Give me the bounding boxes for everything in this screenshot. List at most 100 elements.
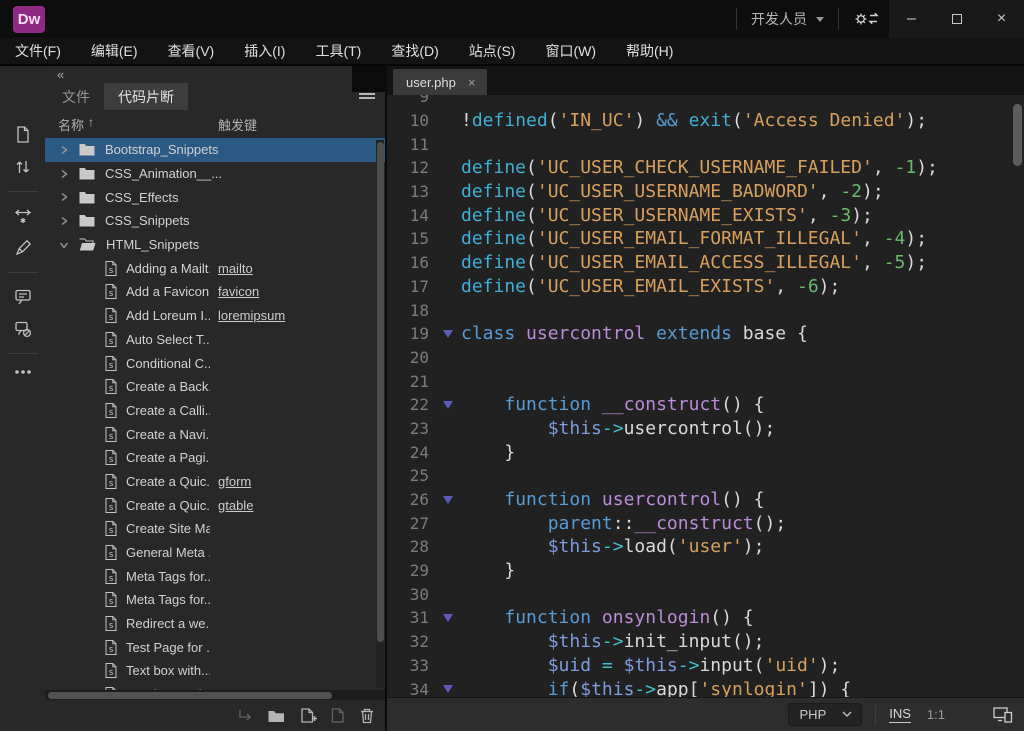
snippet-trigger[interactable]: gform	[218, 474, 251, 489]
fold-marker-icon[interactable]	[434, 401, 461, 409]
tree-folder[interactable]: Bootstrap_Snippets	[45, 138, 385, 162]
sort-ascending-icon: ↑	[88, 115, 94, 134]
menu-插入i[interactable]: 插入(I)	[244, 41, 285, 61]
code-toolbar	[0, 66, 45, 731]
cursor-position: 1:1	[927, 707, 945, 722]
panel-tab-files[interactable]: 文件	[48, 83, 104, 110]
tree-snippet[interactable]: sAdding a Mailt...mailto	[45, 256, 385, 280]
snippet-trigger[interactable]: gtable	[218, 498, 253, 513]
tree-snippet[interactable]: sRedirect a we...	[45, 612, 385, 636]
tree-snippet[interactable]: sMeta Tags for...	[45, 564, 385, 588]
sync-settings-icon[interactable]	[853, 9, 879, 29]
chevron-down-icon[interactable]	[59, 240, 71, 250]
panel-tab-snippets[interactable]: 代码片断	[104, 83, 188, 110]
fold-marker-icon[interactable]	[434, 685, 461, 693]
column-header-name[interactable]: 名称 ↑	[58, 115, 94, 134]
new-folder-icon[interactable]	[267, 708, 286, 724]
menu-窗口w[interactable]: 窗口(W)	[545, 41, 596, 61]
insert-mode-indicator[interactable]: INS	[889, 706, 911, 723]
tree-horizontal-scrollbar[interactable]	[45, 690, 385, 700]
menu-编辑e[interactable]: 编辑(E)	[91, 41, 138, 61]
code-line: 30	[387, 582, 1024, 606]
document-tab[interactable]: user.php ×	[393, 69, 487, 95]
workspace-switcher[interactable]: 开发人员	[751, 9, 824, 29]
tree-snippet[interactable]: sConditional C...	[45, 351, 385, 375]
code-text: $this->load('user');	[461, 536, 764, 557]
tree-snippet[interactable]: sGeneral Meta ...	[45, 541, 385, 565]
snippet-file-icon: s	[105, 616, 117, 631]
edit-snippet-icon[interactable]	[330, 707, 346, 724]
tree-snippet[interactable]: sCreate a Back...	[45, 375, 385, 399]
toolbar-divider	[8, 191, 38, 192]
snippet-label: Create a Quic...	[126, 474, 210, 489]
scrollbar-thumb[interactable]	[48, 692, 332, 699]
delete-icon[interactable]	[359, 707, 375, 724]
tree-snippet[interactable]: sCreate a Calli...	[45, 399, 385, 423]
fold-marker-icon[interactable]	[434, 496, 461, 504]
maximize-button[interactable]	[934, 0, 979, 38]
device-preview-icon[interactable]	[993, 706, 1013, 723]
tree-folder[interactable]: HTML_Snippets	[45, 233, 385, 257]
more-options-icon[interactable]	[14, 369, 32, 375]
collapse-panels-button[interactable]: «	[57, 67, 62, 82]
editor-vertical-scrollbar[interactable]	[1013, 99, 1022, 689]
format-source-icon[interactable]	[14, 239, 32, 257]
tree-snippet[interactable]: sCreate Site Map	[45, 517, 385, 541]
tree-snippet[interactable]: sAdd a Faviconfavicon	[45, 280, 385, 304]
svg-text:s: s	[108, 408, 113, 418]
language-mode-label: PHP	[800, 707, 827, 722]
tree-snippet[interactable]: sCreate a Quic...gform	[45, 470, 385, 494]
apply-comment-icon[interactable]	[14, 288, 32, 306]
new-file-icon[interactable]	[14, 125, 32, 144]
scrollbar-thumb[interactable]	[1013, 104, 1022, 166]
tree-folder[interactable]: CSS_Snippets	[45, 209, 385, 233]
column-header-trigger[interactable]: 触发键	[218, 115, 257, 134]
chevron-right-icon[interactable]	[59, 192, 71, 202]
fold-marker-icon[interactable]	[434, 330, 461, 338]
minimize-button[interactable]: –	[889, 0, 934, 38]
tree-snippet[interactable]: sWord Count b...	[45, 683, 385, 690]
chevron-right-icon[interactable]	[59, 169, 71, 179]
tree-snippet[interactable]: sAuto Select T...	[45, 328, 385, 352]
line-number: 31	[387, 608, 434, 627]
tree-snippet[interactable]: sCreate a Pagi...	[45, 446, 385, 470]
snippet-trigger[interactable]: loremipsum	[218, 308, 285, 323]
remove-comment-icon[interactable]	[14, 320, 32, 338]
toolbar-divider	[8, 353, 38, 354]
snippet-trigger[interactable]: mailto	[218, 261, 253, 276]
tree-snippet[interactable]: sCreate a Quic...gtable	[45, 493, 385, 517]
menu-工具t[interactable]: 工具(T)	[315, 41, 361, 61]
snippet-label: Add Loreum I...	[126, 308, 210, 323]
snippet-trigger[interactable]: favicon	[218, 284, 259, 299]
menu-帮助h[interactable]: 帮助(H)	[626, 41, 673, 61]
fold-marker-icon[interactable]	[434, 614, 461, 622]
menu-文件f[interactable]: 文件(F)	[15, 41, 61, 61]
tree-folder[interactable]: CSS_Effects	[45, 185, 385, 209]
tree-snippet[interactable]: sAdd Loreum I...loremipsum	[45, 304, 385, 328]
scrollbar-thumb[interactable]	[377, 142, 384, 642]
code-line: 12define('UC_USER_CHECK_USERNAME_FAILED'…	[387, 156, 1024, 180]
menu-站点s[interactable]: 站点(S)	[469, 41, 516, 61]
svg-text:s: s	[108, 668, 113, 678]
menu-查找d[interactable]: 查找(D)	[391, 41, 438, 61]
tree-snippet[interactable]: sCreate a Navi...	[45, 422, 385, 446]
tree-snippet[interactable]: sTest Page for ...	[45, 635, 385, 659]
insert-snippet-icon[interactable]	[236, 708, 254, 724]
tree-vertical-scrollbar[interactable]	[376, 140, 384, 688]
close-button[interactable]: ×	[979, 0, 1024, 38]
svg-text:s: s	[108, 337, 113, 347]
menu-查看v[interactable]: 查看(V)	[168, 41, 215, 61]
chevron-right-icon[interactable]	[59, 216, 71, 226]
tree-folder[interactable]: CSS_Animation__...	[45, 162, 385, 186]
new-snippet-icon[interactable]	[299, 707, 317, 724]
file-management-icon[interactable]	[14, 158, 32, 176]
soft-wrap-icon[interactable]	[14, 207, 32, 225]
code-text: if($this->app['synlogin']) {	[461, 679, 851, 697]
tree-snippet[interactable]: sText box with...	[45, 659, 385, 683]
code-view[interactable]: 910!defined('IN_UC') && exit('Access Den…	[387, 95, 1024, 697]
language-mode-select[interactable]: PHP	[788, 703, 863, 726]
tab-close-icon[interactable]: ×	[468, 75, 476, 90]
line-number: 21	[387, 372, 434, 391]
tree-snippet[interactable]: sMeta Tags for...	[45, 588, 385, 612]
chevron-right-icon[interactable]	[59, 145, 71, 155]
